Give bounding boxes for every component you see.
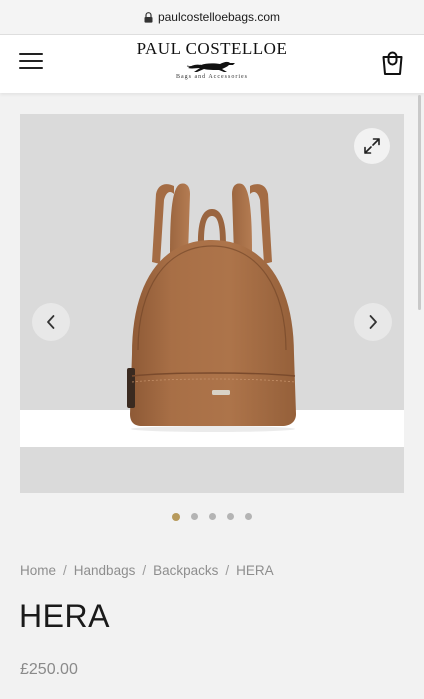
gallery-dot-2[interactable] — [191, 513, 198, 520]
product-title: HERA — [19, 598, 110, 634]
gallery-dot-4[interactable] — [227, 513, 234, 520]
gallery-pagination — [0, 512, 424, 521]
running-dog-logo-icon — [186, 61, 235, 72]
site-header: PAUL COSTELLOE Bags and Accessories — [0, 35, 424, 93]
gallery-dot-1[interactable] — [172, 512, 180, 521]
breadcrumb-home[interactable]: Home — [20, 563, 56, 578]
breadcrumb-backpacks[interactable]: Backpacks — [153, 563, 218, 578]
page-scrollbar[interactable] — [418, 95, 421, 310]
brand-tagline: Bags and Accessories — [176, 74, 248, 80]
gallery-dot-5[interactable] — [245, 513, 252, 520]
lock-icon — [144, 11, 153, 23]
url-text: paulcostelloebags.com — [157, 10, 281, 24]
breadcrumb-separator: / — [225, 563, 230, 578]
expand-icon — [364, 138, 380, 154]
breadcrumb-separator: / — [63, 563, 67, 578]
gallery-dot-3[interactable] — [209, 513, 216, 520]
chevron-right-icon — [369, 315, 377, 329]
product-price: £250.00 — [20, 661, 78, 678]
product-image-gallery[interactable] — [20, 114, 404, 493]
breadcrumb: Home / Handbags / Backpacks / HERA — [20, 563, 274, 578]
breadcrumb-handbags[interactable]: Handbags — [74, 563, 136, 578]
breadcrumb-separator: / — [142, 563, 147, 578]
browser-url-bar[interactable]: paulcostelloebags.com — [0, 0, 424, 35]
previous-image-button[interactable] — [32, 303, 70, 341]
backpack-product-image — [127, 183, 296, 432]
breadcrumb-current: HERA — [236, 563, 274, 578]
chevron-left-icon — [47, 315, 55, 329]
shopping-bag-icon[interactable] — [380, 50, 405, 76]
brand-name: PAUL COSTELLOE — [136, 39, 288, 58]
brand-logo[interactable]: PAUL COSTELLOE Bags and Accessories — [0, 39, 424, 80]
next-image-button[interactable] — [354, 303, 392, 341]
expand-image-button[interactable] — [354, 128, 390, 164]
